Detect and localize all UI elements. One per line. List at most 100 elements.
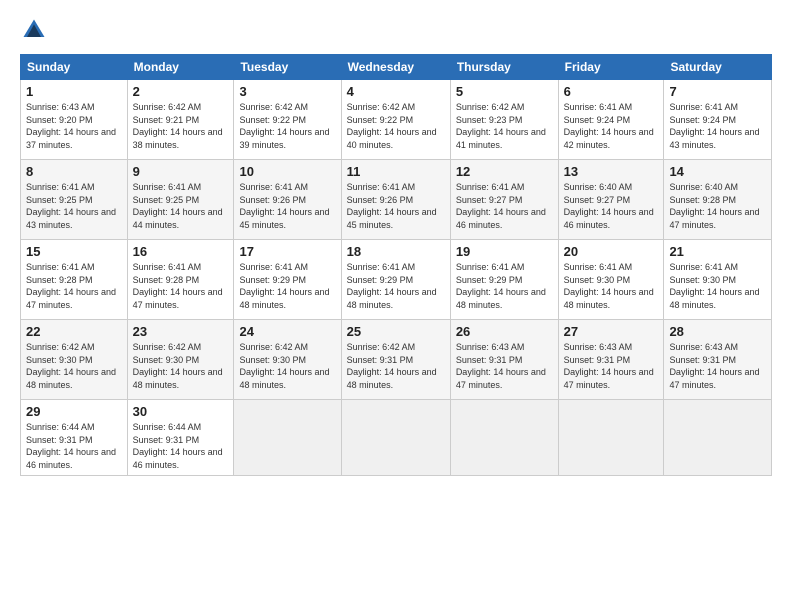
day-info: Sunrise: 6:41 AMSunset: 9:26 PMDaylight:… (239, 181, 335, 231)
day-info: Sunrise: 6:42 AMSunset: 9:31 PMDaylight:… (347, 341, 445, 391)
day-number: 7 (669, 84, 766, 99)
weekday-header-sunday: Sunday (21, 55, 128, 80)
week-row-1: 1 Sunrise: 6:43 AMSunset: 9:20 PMDaylight… (21, 80, 772, 160)
day-info: Sunrise: 6:42 AMSunset: 9:22 PMDaylight:… (239, 101, 335, 151)
calendar-cell: 1 Sunrise: 6:43 AMSunset: 9:20 PMDaylight… (21, 80, 128, 160)
day-info: Sunrise: 6:41 AMSunset: 9:24 PMDaylight:… (669, 101, 766, 151)
week-row-2: 8 Sunrise: 6:41 AMSunset: 9:25 PMDaylight… (21, 160, 772, 240)
day-info: Sunrise: 6:42 AMSunset: 9:21 PMDaylight:… (133, 101, 229, 151)
calendar-cell (450, 400, 558, 476)
day-info: Sunrise: 6:41 AMSunset: 9:29 PMDaylight:… (456, 261, 553, 311)
day-number: 22 (26, 324, 122, 339)
day-number: 2 (133, 84, 229, 99)
day-info: Sunrise: 6:41 AMSunset: 9:29 PMDaylight:… (239, 261, 335, 311)
day-number: 30 (133, 404, 229, 419)
day-info: Sunrise: 6:42 AMSunset: 9:30 PMDaylight:… (26, 341, 122, 391)
day-info: Sunrise: 6:41 AMSunset: 9:28 PMDaylight:… (133, 261, 229, 311)
day-info: Sunrise: 6:41 AMSunset: 9:25 PMDaylight:… (133, 181, 229, 231)
day-info: Sunrise: 6:42 AMSunset: 9:22 PMDaylight:… (347, 101, 445, 151)
day-info: Sunrise: 6:41 AMSunset: 9:29 PMDaylight:… (347, 261, 445, 311)
day-info: Sunrise: 6:41 AMSunset: 9:30 PMDaylight:… (669, 261, 766, 311)
day-number: 1 (26, 84, 122, 99)
day-info: Sunrise: 6:43 AMSunset: 9:31 PMDaylight:… (564, 341, 659, 391)
day-info: Sunrise: 6:41 AMSunset: 9:28 PMDaylight:… (26, 261, 122, 311)
calendar-cell (234, 400, 341, 476)
day-info: Sunrise: 6:41 AMSunset: 9:30 PMDaylight:… (564, 261, 659, 311)
day-info: Sunrise: 6:41 AMSunset: 9:27 PMDaylight:… (456, 181, 553, 231)
day-number: 10 (239, 164, 335, 179)
logo (20, 16, 52, 44)
calendar-cell: 28Sunrise: 6:43 AMSunset: 9:31 PMDayligh… (664, 320, 772, 400)
calendar-cell: 10 Sunrise: 6:41 AMSunset: 9:26 PMDayligh… (234, 160, 341, 240)
page: SundayMondayTuesdayWednesdayThursdayFrid… (0, 0, 792, 612)
weekday-header-thursday: Thursday (450, 55, 558, 80)
week-row-4: 22 Sunrise: 6:42 AMSunset: 9:30 PMDayligh… (21, 320, 772, 400)
calendar-cell: 9Sunrise: 6:41 AMSunset: 9:25 PMDaylight… (127, 160, 234, 240)
calendar-cell: 20 Sunrise: 6:41 AMSunset: 9:30 PMDayligh… (558, 240, 664, 320)
calendar: SundayMondayTuesdayWednesdayThursdayFrid… (20, 54, 772, 476)
calendar-cell: 29 Sunrise: 6:44 AMSunset: 9:31 PMDayligh… (21, 400, 128, 476)
calendar-cell: 8 Sunrise: 6:41 AMSunset: 9:25 PMDaylight… (21, 160, 128, 240)
calendar-cell: 18 Sunrise: 6:41 AMSunset: 9:29 PMDayligh… (341, 240, 450, 320)
calendar-cell: 6 Sunrise: 6:41 AMSunset: 9:24 PMDaylight… (558, 80, 664, 160)
logo-icon (20, 16, 48, 44)
day-number: 5 (456, 84, 553, 99)
day-info: Sunrise: 6:41 AMSunset: 9:25 PMDaylight:… (26, 181, 122, 231)
weekday-header-monday: Monday (127, 55, 234, 80)
day-number: 18 (347, 244, 445, 259)
calendar-cell: 22 Sunrise: 6:42 AMSunset: 9:30 PMDayligh… (21, 320, 128, 400)
day-number: 20 (564, 244, 659, 259)
day-number: 29 (26, 404, 122, 419)
day-number: 6 (564, 84, 659, 99)
day-number: 14 (669, 164, 766, 179)
day-number: 4 (347, 84, 445, 99)
day-number: 24 (239, 324, 335, 339)
day-info: Sunrise: 6:40 AMSunset: 9:27 PMDaylight:… (564, 181, 659, 231)
day-number: 21 (669, 244, 766, 259)
day-info: Sunrise: 6:40 AMSunset: 9:28 PMDaylight:… (669, 181, 766, 231)
weekday-header-tuesday: Tuesday (234, 55, 341, 80)
calendar-cell: 30 Sunrise: 6:44 AMSunset: 9:31 PMDayligh… (127, 400, 234, 476)
calendar-cell: 12 Sunrise: 6:41 AMSunset: 9:27 PMDayligh… (450, 160, 558, 240)
weekday-header-friday: Friday (558, 55, 664, 80)
day-info: Sunrise: 6:41 AMSunset: 9:26 PMDaylight:… (347, 181, 445, 231)
day-number: 12 (456, 164, 553, 179)
calendar-cell: 25 Sunrise: 6:42 AMSunset: 9:31 PMDayligh… (341, 320, 450, 400)
day-number: 13 (564, 164, 659, 179)
calendar-cell: 23 Sunrise: 6:42 AMSunset: 9:30 PMDayligh… (127, 320, 234, 400)
calendar-cell: 5 Sunrise: 6:42 AMSunset: 9:23 PMDaylight… (450, 80, 558, 160)
day-number: 27 (564, 324, 659, 339)
week-row-5: 29 Sunrise: 6:44 AMSunset: 9:31 PMDayligh… (21, 400, 772, 476)
week-row-3: 15Sunrise: 6:41 AMSunset: 9:28 PMDayligh… (21, 240, 772, 320)
day-number: 23 (133, 324, 229, 339)
calendar-cell: 14 Sunrise: 6:40 AMSunset: 9:28 PMDayligh… (664, 160, 772, 240)
calendar-cell: 13 Sunrise: 6:40 AMSunset: 9:27 PMDayligh… (558, 160, 664, 240)
day-info: Sunrise: 6:42 AMSunset: 9:23 PMDaylight:… (456, 101, 553, 151)
day-info: Sunrise: 6:44 AMSunset: 9:31 PMDaylight:… (133, 421, 229, 471)
day-number: 3 (239, 84, 335, 99)
calendar-cell (664, 400, 772, 476)
day-number: 8 (26, 164, 122, 179)
calendar-cell: 27 Sunrise: 6:43 AMSunset: 9:31 PMDayligh… (558, 320, 664, 400)
day-info: Sunrise: 6:43 AMSunset: 9:31 PMDaylight:… (456, 341, 553, 391)
day-info: Sunrise: 6:44 AMSunset: 9:31 PMDaylight:… (26, 421, 122, 471)
day-number: 16 (133, 244, 229, 259)
header (20, 16, 772, 44)
day-info: Sunrise: 6:41 AMSunset: 9:24 PMDaylight:… (564, 101, 659, 151)
calendar-cell: 21 Sunrise: 6:41 AMSunset: 9:30 PMDayligh… (664, 240, 772, 320)
calendar-cell: 17 Sunrise: 6:41 AMSunset: 9:29 PMDayligh… (234, 240, 341, 320)
calendar-cell (341, 400, 450, 476)
day-number: 11 (347, 164, 445, 179)
day-info: Sunrise: 6:42 AMSunset: 9:30 PMDaylight:… (133, 341, 229, 391)
calendar-cell: 26 Sunrise: 6:43 AMSunset: 9:31 PMDayligh… (450, 320, 558, 400)
calendar-cell: 11 Sunrise: 6:41 AMSunset: 9:26 PMDayligh… (341, 160, 450, 240)
day-info: Sunrise: 6:43 AMSunset: 9:20 PMDaylight:… (26, 101, 122, 151)
day-number: 17 (239, 244, 335, 259)
calendar-cell: 15Sunrise: 6:41 AMSunset: 9:28 PMDayligh… (21, 240, 128, 320)
day-number: 25 (347, 324, 445, 339)
day-number: 19 (456, 244, 553, 259)
weekday-header-saturday: Saturday (664, 55, 772, 80)
calendar-cell (558, 400, 664, 476)
day-number: 28 (669, 324, 766, 339)
day-number: 26 (456, 324, 553, 339)
